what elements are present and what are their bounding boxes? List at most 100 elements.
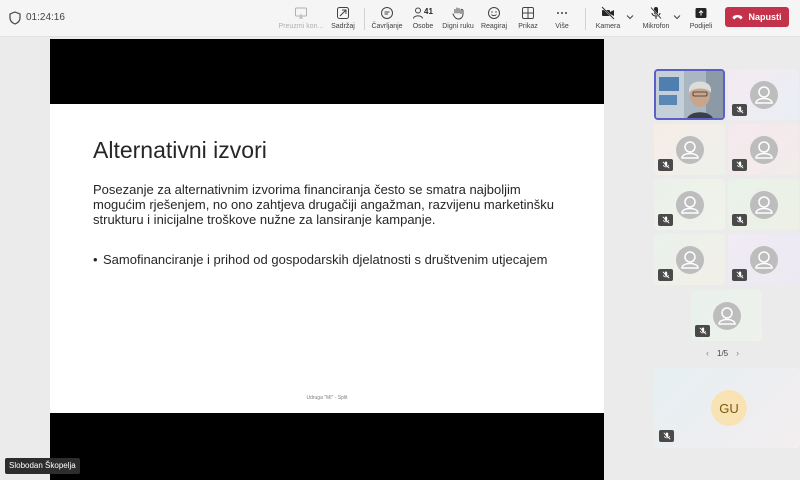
mic-muted-icon [663, 432, 670, 440]
leave-label: Napusti [748, 12, 782, 22]
avatar [675, 190, 704, 219]
participant-tile[interactable] [691, 290, 762, 341]
muted-indicator [732, 214, 747, 226]
avatar [712, 301, 741, 330]
participant-video-feed [656, 71, 723, 118]
mic-muted-icon [662, 271, 669, 279]
camera-button[interactable]: Kamera [593, 4, 623, 34]
muted-indicator [695, 325, 710, 337]
raise-hand-button[interactable]: Digni ruku [440, 4, 476, 34]
muted-indicator [658, 159, 673, 171]
chat-label: Čavrljanje [371, 23, 403, 30]
toolbar-divider [364, 8, 365, 30]
person-icon [754, 85, 773, 104]
chat-icon [381, 7, 393, 19]
participant-tile[interactable] [654, 124, 725, 175]
share-content-icon [337, 7, 349, 19]
more-label: Više [555, 23, 569, 30]
slide-footer: Udruga "MI" - Split [306, 395, 348, 401]
leave-button[interactable]: Napusti [725, 7, 789, 27]
person-icon [680, 140, 699, 159]
camera-options-chevron-icon[interactable] [626, 13, 634, 21]
view-button[interactable]: Prikaz [514, 4, 542, 34]
gallery-pagination: ‹ 1/5 › [706, 348, 739, 358]
mic-muted-icon [662, 216, 669, 224]
content-button[interactable]: Sadržaj [328, 4, 358, 34]
grid-view-icon [522, 7, 534, 19]
avatar [749, 135, 778, 164]
guest-participant-tile[interactable]: GU [654, 368, 800, 448]
muted-indicator [732, 104, 747, 116]
toolbar-divider [585, 8, 586, 30]
person-icon [754, 140, 773, 159]
more-button[interactable]: Više [550, 4, 574, 34]
mic-muted-icon [736, 271, 743, 279]
people-label: Osobe [412, 23, 434, 30]
react-label: Reagiraj [480, 23, 508, 30]
content-label: Sadržaj [331, 23, 355, 30]
mic-off-icon [650, 6, 662, 20]
gallery-page-indicator: 1/5 [717, 348, 729, 358]
participant-tile[interactable] [654, 234, 725, 285]
participant-tile[interactable] [728, 179, 799, 230]
shield-icon [9, 11, 21, 25]
take-control-label: Preuzmi kon... [278, 23, 324, 30]
take-control-icon [295, 7, 307, 19]
mic-options-chevron-icon[interactable] [673, 13, 681, 21]
avatar [675, 245, 704, 274]
participant-tile[interactable] [728, 69, 799, 120]
shared-content-stage: Alternativni izvori Posezanje za alterna… [0, 37, 640, 480]
presentation-frame: Alternativni izvori Posezanje za alterna… [50, 39, 604, 480]
chat-button[interactable]: Čavrljanje [370, 4, 404, 34]
share-button[interactable]: Podijeli [688, 4, 714, 34]
avatar [749, 190, 778, 219]
muted-indicator [658, 269, 673, 281]
person-icon [754, 250, 773, 269]
participant-tile[interactable] [728, 234, 799, 285]
more-icon [557, 12, 567, 14]
person-icon [754, 195, 773, 214]
camera-label: Kamera [595, 23, 621, 30]
raise-hand-label: Digni ruku [442, 23, 474, 30]
mic-muted-icon [736, 161, 743, 169]
muted-indicator [659, 430, 674, 442]
mic-label: Mikrofon [642, 23, 670, 30]
people-icon [413, 7, 423, 19]
avatar [675, 135, 704, 164]
share-label: Podijeli [689, 23, 713, 30]
person-icon [717, 306, 736, 325]
participant-tile[interactable] [728, 124, 799, 175]
camera-off-icon [601, 6, 615, 20]
people-count: 41 [424, 7, 433, 16]
bullet-mark: • [93, 252, 98, 267]
mic-muted-icon [736, 216, 743, 224]
react-button[interactable]: Reagiraj [479, 4, 509, 34]
presenter-name-tag: Slobodan Škopelja [5, 458, 80, 474]
take-control-button[interactable]: Preuzmi kon... [278, 4, 324, 34]
mic-muted-icon [736, 106, 743, 114]
avatar [749, 80, 778, 109]
mic-button[interactable]: Mikrofon [640, 4, 672, 34]
mic-muted-icon [662, 161, 669, 169]
guest-avatar: GU [711, 390, 747, 426]
mic-muted-icon [699, 327, 706, 335]
presentation-slide: Alternativni izvori Posezanje za alterna… [50, 104, 604, 413]
participant-tile[interactable] [654, 179, 725, 230]
participant-tile-video[interactable] [654, 69, 725, 120]
raise-hand-icon [452, 7, 464, 20]
person-icon [680, 195, 699, 214]
slide-bullet-text: Samofinanciranje i prihod od gospodarski… [103, 252, 548, 267]
muted-indicator [658, 214, 673, 226]
muted-indicator [732, 269, 747, 281]
gallery-prev-button[interactable]: ‹ [706, 348, 709, 358]
avatar [749, 245, 778, 274]
muted-indicator [732, 159, 747, 171]
hang-up-icon [732, 15, 743, 20]
share-tray-icon [695, 8, 707, 18]
smiley-icon [488, 7, 500, 19]
slide-paragraph: Posezanje za alternativnim izvorima fina… [93, 182, 555, 227]
person-icon [680, 250, 699, 269]
meeting-toolbar: 01:24:16 Preuzmi kon... Sadržaj Čavrljan… [0, 0, 800, 37]
view-label: Prikaz [518, 23, 538, 30]
gallery-next-button[interactable]: › [736, 348, 739, 358]
